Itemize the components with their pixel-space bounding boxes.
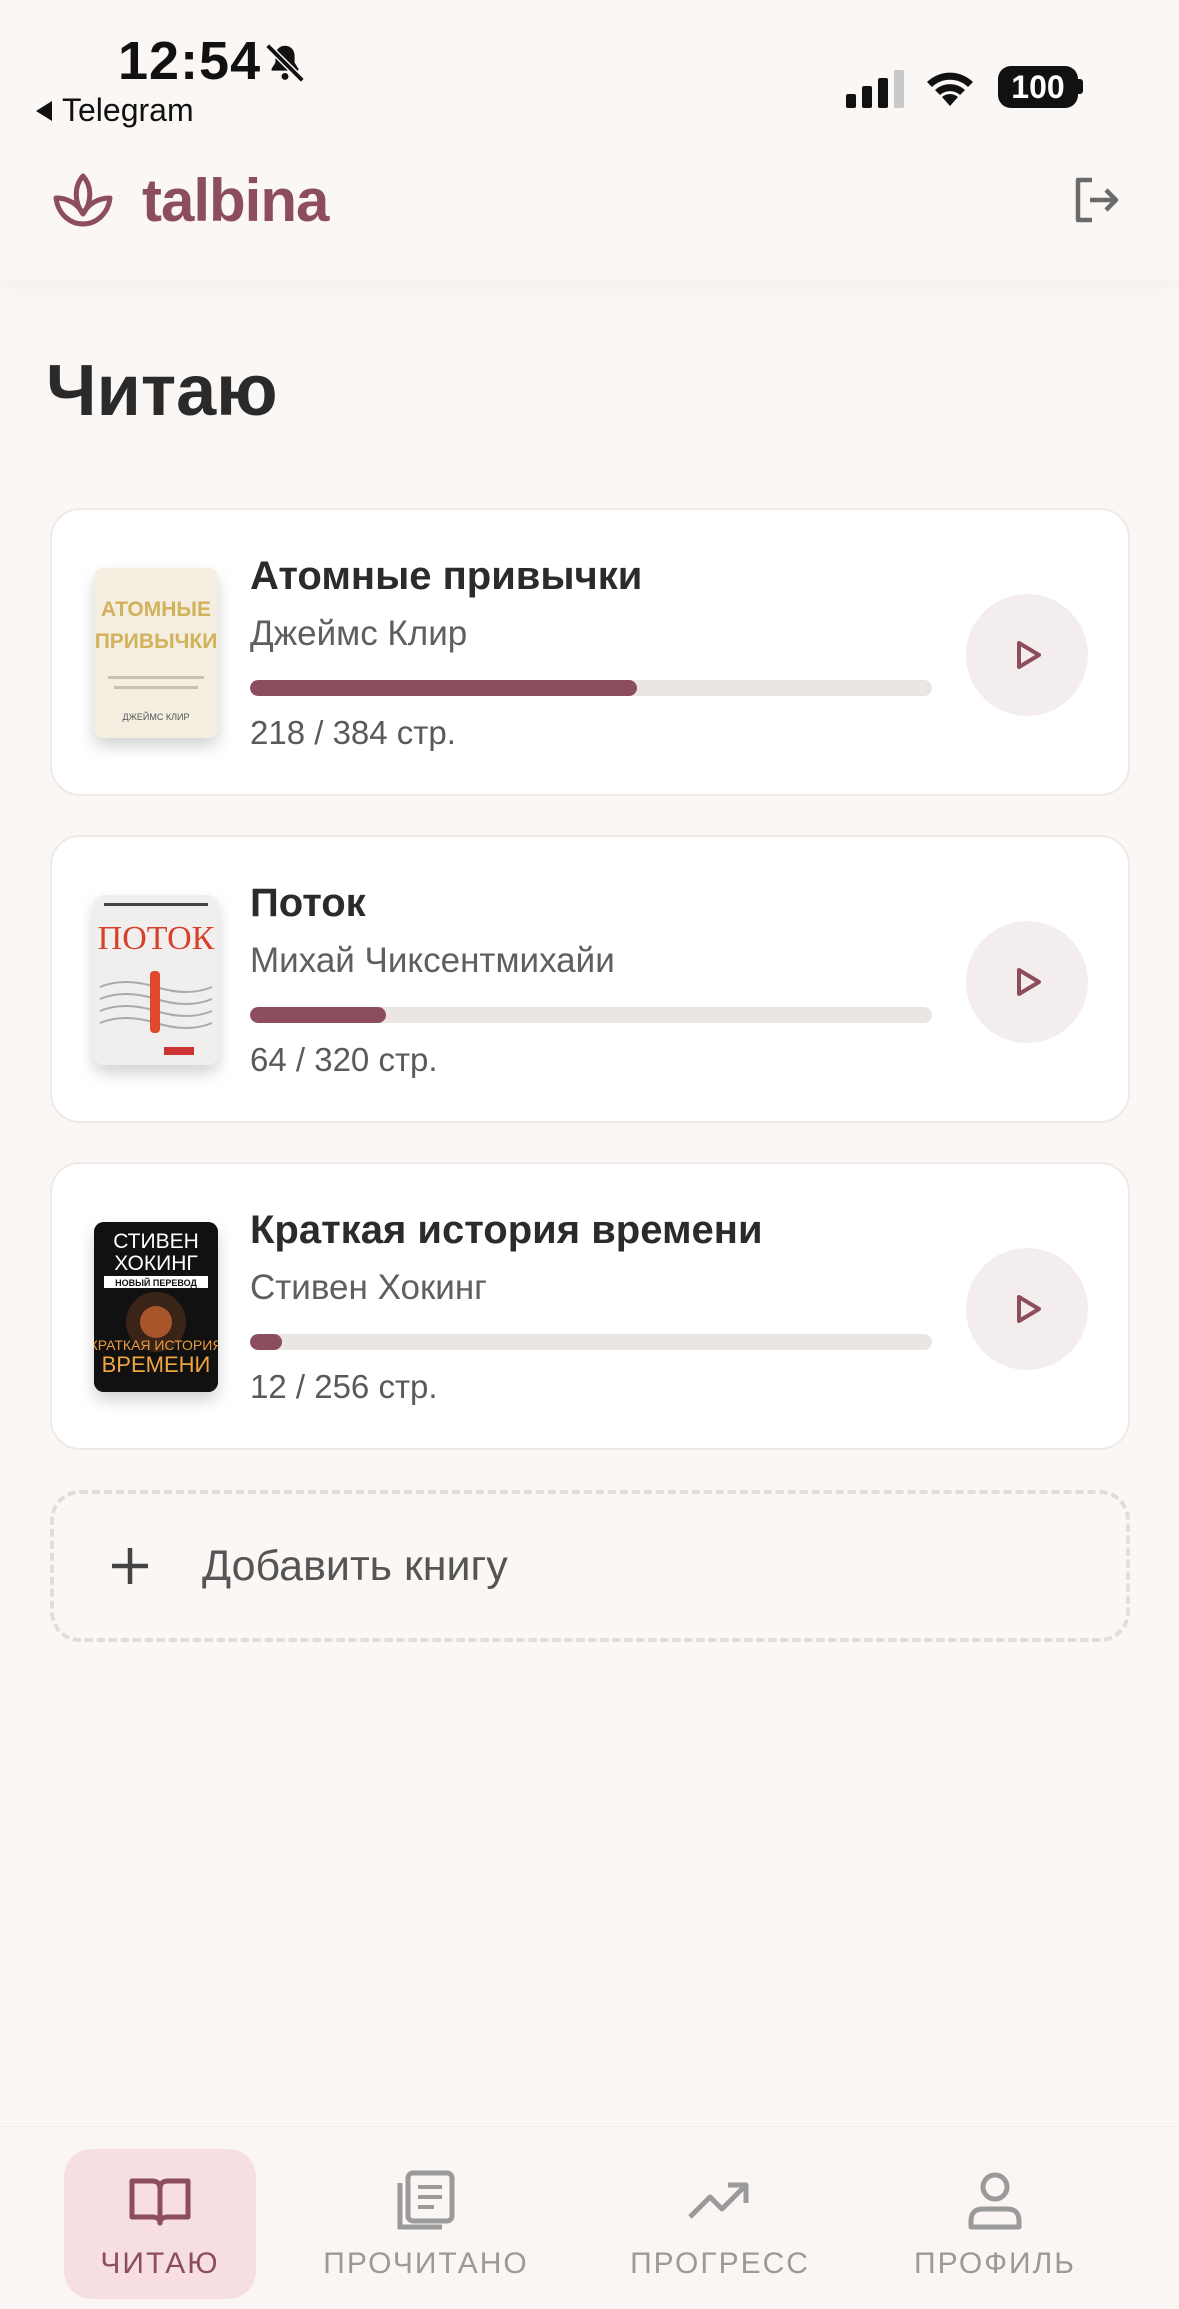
nav-label: ПРОФИЛЬ — [914, 2247, 1076, 2280]
reading-progress-fill — [250, 680, 638, 696]
cover-line: ПОТОК — [98, 920, 215, 957]
reading-progress-bar — [250, 1334, 932, 1350]
book-card[interactable]: АТОМНЫЕ ПРИВЫЧКИ ДЖЕЙМС КЛИР Атомные при… — [50, 508, 1130, 796]
book-cover: СТИВЕН ХОКИНГ НОВЫЙ ПЕРЕВОД КРАТКАЯ ИСТО… — [94, 1222, 218, 1392]
reading-progress-bar — [250, 1007, 932, 1023]
open-book-icon — [129, 2178, 191, 2226]
cover-line: АТОМНЫЕ — [101, 598, 211, 621]
book-cover: АТОМНЫЕ ПРИВЫЧКИ ДЖЕЙМС КЛИР — [94, 568, 218, 738]
book-title: Краткая история времени — [250, 1208, 763, 1252]
book-pages: 64 / 320 стр. — [250, 1041, 438, 1078]
back-app-label: Telegram — [62, 92, 194, 128]
logout-icon[interactable] — [1068, 172, 1124, 228]
nav-label: ЧИТАЮ — [100, 2247, 220, 2280]
cover-line: ХОКИНГ — [114, 1252, 198, 1275]
nav-tab-progress[interactable]: ПРОГРЕСС — [620, 2149, 820, 2299]
lotus-logo-icon — [53, 173, 113, 227]
book-title: Атомные привычки — [250, 554, 643, 598]
plus-icon — [112, 1548, 148, 1584]
book-cover-art: АТОМНЫЕ ПРИВЫЧКИ ДЖЕЙМС КЛИР — [94, 568, 218, 738]
play-icon — [1017, 968, 1041, 996]
back-arrow-icon — [36, 100, 52, 121]
page-title: Читаю — [46, 351, 278, 431]
reading-progress-bar — [250, 680, 932, 696]
battery-indicator: 100 — [998, 66, 1078, 108]
start-reading-button[interactable] — [966, 921, 1088, 1043]
back-to-telegram[interactable]: Telegram — [36, 92, 194, 129]
trend-up-icon — [688, 2182, 749, 2219]
book-card[interactable]: СТИВЕН ХОКИНГ НОВЫЙ ПЕРЕВОД КРАТКАЯ ИСТО… — [50, 1162, 1130, 1450]
bell-muted-icon — [265, 43, 305, 83]
add-book-button[interactable]: Добавить книгу — [50, 1490, 1130, 1642]
nav-label: ПРОЧИТАНО — [323, 2247, 529, 2280]
book-cover-art: ПОТОК — [94, 895, 218, 1065]
nav-tab-finished[interactable]: ПРОЧИТАНО — [316, 2149, 536, 2299]
book-cover-art: СТИВЕН ХОКИНГ НОВЫЙ ПЕРЕВОД КРАТКАЯ ИСТО… — [94, 1222, 218, 1392]
play-icon — [1017, 1295, 1041, 1323]
start-reading-button[interactable] — [966, 1248, 1088, 1370]
book-author: Михай Чиксентмихайи — [250, 941, 615, 980]
user-icon — [968, 2172, 1022, 2230]
cellular-signal-icon — [846, 70, 904, 108]
status-bar: 12:54 Telegram 100 — [0, 0, 1179, 140]
screen: 12:54 Telegram 100 talbina Читаю АТОМНЫЕ… — [0, 0, 1179, 2309]
cover-line: СТИВЕН — [113, 1230, 199, 1253]
cover-line: ПРИВЫЧКИ — [95, 630, 218, 653]
battery-level: 100 — [1011, 68, 1065, 105]
battery-nub — [1078, 79, 1083, 94]
cover-line: КРАТКАЯ ИСТОРИЯ — [94, 1337, 218, 1353]
nav-label: ПРОГРЕСС — [630, 2247, 810, 2280]
document-list-icon — [397, 2170, 455, 2230]
cover-line: НОВЫЙ ПЕРЕВОД — [115, 1277, 197, 1288]
add-book-label: Добавить книгу — [202, 1541, 508, 1590]
reading-progress-fill — [250, 1007, 387, 1023]
nav-tab-reading[interactable]: ЧИТАЮ — [64, 2149, 256, 2299]
book-card[interactable]: ПОТОК Поток Михай Чиксентмихайи 64 / 320… — [50, 835, 1130, 1123]
book-author: Стивен Хокинг — [250, 1268, 487, 1307]
cover-author: ДЖЕЙМС КЛИР — [123, 711, 190, 722]
cover-line: ВРЕМЕНИ — [102, 1352, 211, 1377]
app-logo-text: talbina — [142, 167, 329, 234]
status-time: 12:54 — [118, 31, 262, 91]
wifi-icon — [927, 72, 973, 106]
app-header: talbina — [0, 140, 1179, 280]
book-pages: 218 / 384 стр. — [250, 714, 456, 751]
start-reading-button[interactable] — [966, 594, 1088, 716]
book-title: Поток — [250, 881, 366, 925]
book-pages: 12 / 256 стр. — [250, 1368, 438, 1405]
book-author: Джеймс Клир — [250, 614, 468, 653]
bottom-nav: ЧИТАЮ ПРОЧИТАНО ПРОГРЕСС ПРОФИЛЬ — [0, 2126, 1179, 2309]
reading-progress-fill — [250, 1334, 283, 1350]
nav-tab-profile[interactable]: ПРОФИЛЬ — [900, 2149, 1090, 2299]
play-icon — [1017, 641, 1041, 669]
book-cover: ПОТОК — [94, 895, 218, 1065]
